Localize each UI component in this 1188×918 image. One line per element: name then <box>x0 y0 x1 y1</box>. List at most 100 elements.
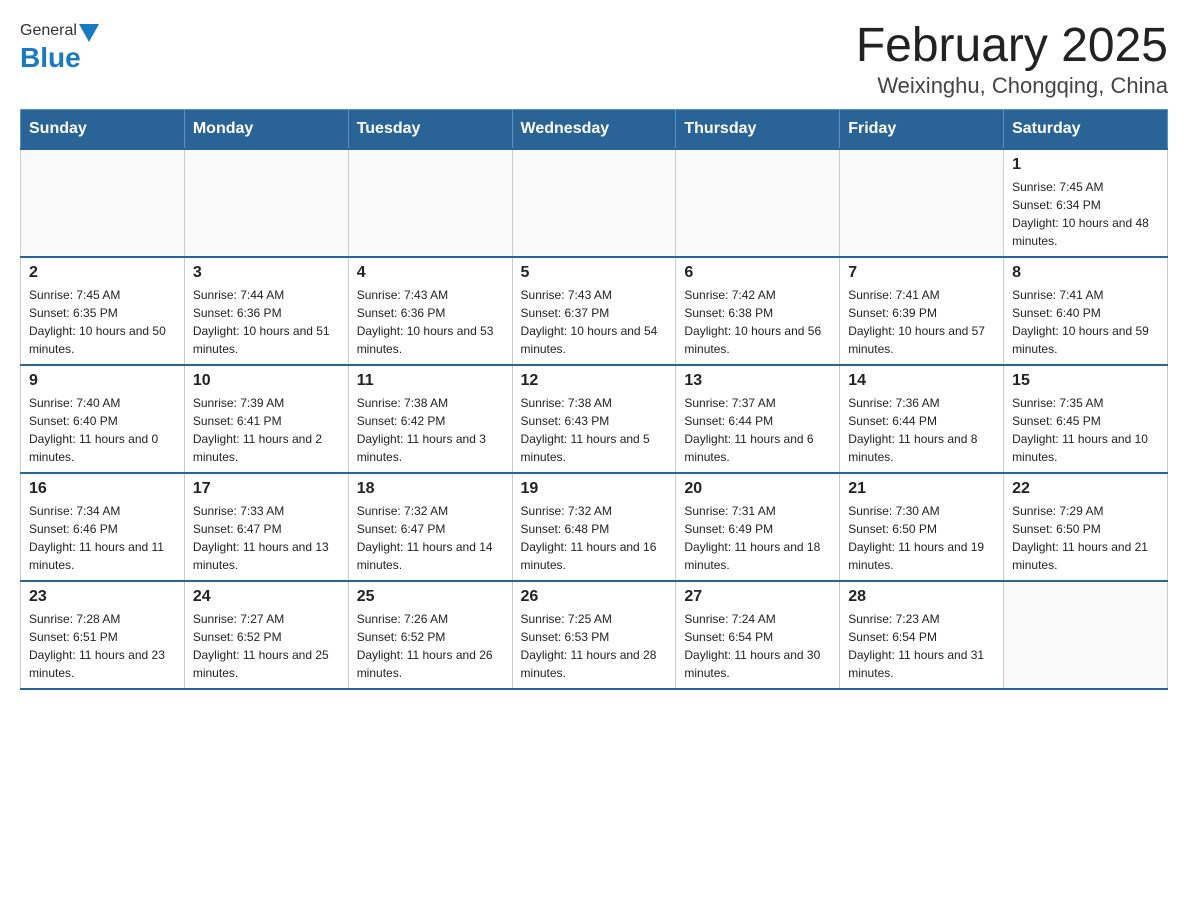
day-info: Sunrise: 7:31 AMSunset: 6:49 PMDaylight:… <box>684 502 831 574</box>
day-number: 15 <box>1012 372 1159 390</box>
day-info: Sunrise: 7:40 AMSunset: 6:40 PMDaylight:… <box>29 394 176 466</box>
day-info: Sunrise: 7:29 AMSunset: 6:50 PMDaylight:… <box>1012 502 1159 574</box>
day-number: 27 <box>684 588 831 606</box>
day-number: 12 <box>521 372 668 390</box>
calendar-cell: 16 Sunrise: 7:34 AMSunset: 6:46 PMDayligh… <box>21 473 185 581</box>
day-number: 18 <box>357 480 504 498</box>
calendar-cell: 7Sunrise: 7:41 AMSunset: 6:39 PMDaylight… <box>840 257 1004 365</box>
logo-blue-text: Blue <box>20 42 81 74</box>
calendar-cell <box>676 149 840 257</box>
day-info: Sunrise: 7:41 AMSunset: 6:40 PMDaylight:… <box>1012 286 1159 358</box>
day-number: 28 <box>848 588 995 606</box>
day-info: Sunrise: 7:44 AMSunset: 6:36 PMDaylight:… <box>193 286 340 358</box>
calendar-cell: 1 Sunrise: 7:45 AMSunset: 6:34 PMDaylight… <box>1004 149 1168 257</box>
day-number: 17 <box>193 480 340 498</box>
calendar-cell: 18Sunrise: 7:32 AMSunset: 6:47 PMDayligh… <box>348 473 512 581</box>
day-info: Sunrise: 7:35 AMSunset: 6:45 PMDaylight:… <box>1012 394 1159 466</box>
calendar-cell: 6 Sunrise: 7:42 AMSunset: 6:38 PMDaylight… <box>676 257 840 365</box>
day-number: 23 <box>29 588 176 606</box>
logo: General Blue <box>20 20 99 74</box>
day-number: 22 <box>1012 480 1159 498</box>
day-info: Sunrise: 7:36 AMSunset: 6:44 PMDaylight:… <box>848 394 995 466</box>
day-header-tuesday: Tuesday <box>348 109 512 149</box>
calendar-cell: 2Sunrise: 7:45 AMSunset: 6:35 PMDaylight… <box>21 257 185 365</box>
calendar-subtitle: Weixinghu, Chongqing, China <box>856 73 1168 99</box>
calendar-cell <box>21 149 185 257</box>
page-header: General Blue February 2025 Weixinghu, Ch… <box>20 20 1168 99</box>
calendar-cell: 4 Sunrise: 7:43 AMSunset: 6:36 PMDaylight… <box>348 257 512 365</box>
title-section: February 2025 Weixinghu, Chongqing, Chin… <box>856 20 1168 99</box>
day-info: Sunrise: 7:30 AMSunset: 6:50 PMDaylight:… <box>848 502 995 574</box>
calendar-cell <box>184 149 348 257</box>
day-number: 1 <box>1012 156 1159 174</box>
calendar-cell: 22 Sunrise: 7:29 AMSunset: 6:50 PMDayligh… <box>1004 473 1168 581</box>
calendar-cell <box>840 149 1004 257</box>
day-number: 13 <box>684 372 831 390</box>
calendar-cell: 13Sunrise: 7:37 AMSunset: 6:44 PMDayligh… <box>676 365 840 473</box>
day-header-friday: Friday <box>840 109 1004 149</box>
day-info: Sunrise: 7:25 AMSunset: 6:53 PMDaylight:… <box>521 610 668 682</box>
day-number: 14 <box>848 372 995 390</box>
calendar-cell: 28 Sunrise: 7:23 AMSunset: 6:54 PMDayligh… <box>840 581 1004 689</box>
calendar-cell: 19 Sunrise: 7:32 AMSunset: 6:48 PMDayligh… <box>512 473 676 581</box>
day-number: 8 <box>1012 264 1159 282</box>
day-info: Sunrise: 7:38 AMSunset: 6:43 PMDaylight:… <box>521 394 668 466</box>
day-info: Sunrise: 7:26 AMSunset: 6:52 PMDaylight:… <box>357 610 504 682</box>
calendar-week-5: 23 Sunrise: 7:28 AMSunset: 6:51 PMDayligh… <box>21 581 1168 689</box>
calendar-week-4: 16 Sunrise: 7:34 AMSunset: 6:46 PMDayligh… <box>21 473 1168 581</box>
day-number: 10 <box>193 372 340 390</box>
day-number: 24 <box>193 588 340 606</box>
day-info: Sunrise: 7:33 AMSunset: 6:47 PMDaylight:… <box>193 502 340 574</box>
day-number: 9 <box>29 372 176 390</box>
calendar-cell: 8 Sunrise: 7:41 AMSunset: 6:40 PMDaylight… <box>1004 257 1168 365</box>
calendar-title: February 2025 <box>856 20 1168 73</box>
day-number: 16 <box>29 480 176 498</box>
calendar-cell <box>512 149 676 257</box>
calendar-cell: 26 Sunrise: 7:25 AMSunset: 6:53 PMDayligh… <box>512 581 676 689</box>
calendar-cell: 5Sunrise: 7:43 AMSunset: 6:37 PMDaylight… <box>512 257 676 365</box>
calendar-cell <box>1004 581 1168 689</box>
calendar-cell: 23 Sunrise: 7:28 AMSunset: 6:51 PMDayligh… <box>21 581 185 689</box>
day-info: Sunrise: 7:41 AMSunset: 6:39 PMDaylight:… <box>848 286 995 358</box>
day-number: 26 <box>521 588 668 606</box>
calendar-header-row: SundayMondayTuesdayWednesdayThursdayFrid… <box>21 109 1168 149</box>
day-number: 6 <box>684 264 831 282</box>
day-header-thursday: Thursday <box>676 109 840 149</box>
calendar-table: SundayMondayTuesdayWednesdayThursdayFrid… <box>20 109 1168 690</box>
calendar-cell: 10 Sunrise: 7:39 AMSunset: 6:41 PMDayligh… <box>184 365 348 473</box>
calendar-week-2: 2Sunrise: 7:45 AMSunset: 6:35 PMDaylight… <box>21 257 1168 365</box>
calendar-cell: 17 Sunrise: 7:33 AMSunset: 6:47 PMDayligh… <box>184 473 348 581</box>
calendar-cell: 9 Sunrise: 7:40 AMSunset: 6:40 PMDaylight… <box>21 365 185 473</box>
calendar-cell: 21 Sunrise: 7:30 AMSunset: 6:50 PMDayligh… <box>840 473 1004 581</box>
day-number: 19 <box>521 480 668 498</box>
day-info: Sunrise: 7:28 AMSunset: 6:51 PMDaylight:… <box>29 610 176 682</box>
day-info: Sunrise: 7:32 AMSunset: 6:48 PMDaylight:… <box>521 502 668 574</box>
calendar-cell: 15 Sunrise: 7:35 AMSunset: 6:45 PMDayligh… <box>1004 365 1168 473</box>
day-number: 21 <box>848 480 995 498</box>
calendar-cell: 12 Sunrise: 7:38 AMSunset: 6:43 PMDayligh… <box>512 365 676 473</box>
day-info: Sunrise: 7:24 AMSunset: 6:54 PMDaylight:… <box>684 610 831 682</box>
day-info: Sunrise: 7:45 AMSunset: 6:34 PMDaylight:… <box>1012 178 1159 250</box>
day-info: Sunrise: 7:34 AMSunset: 6:46 PMDaylight:… <box>29 502 176 574</box>
day-header-saturday: Saturday <box>1004 109 1168 149</box>
day-info: Sunrise: 7:42 AMSunset: 6:38 PMDaylight:… <box>684 286 831 358</box>
day-info: Sunrise: 7:38 AMSunset: 6:42 PMDaylight:… <box>357 394 504 466</box>
logo-general-text: General <box>20 22 77 40</box>
day-info: Sunrise: 7:23 AMSunset: 6:54 PMDaylight:… <box>848 610 995 682</box>
day-header-sunday: Sunday <box>21 109 185 149</box>
day-number: 11 <box>357 372 504 390</box>
calendar-week-3: 9 Sunrise: 7:40 AMSunset: 6:40 PMDaylight… <box>21 365 1168 473</box>
calendar-cell: 14 Sunrise: 7:36 AMSunset: 6:44 PMDayligh… <box>840 365 1004 473</box>
day-number: 25 <box>357 588 504 606</box>
day-info: Sunrise: 7:43 AMSunset: 6:36 PMDaylight:… <box>357 286 504 358</box>
day-info: Sunrise: 7:27 AMSunset: 6:52 PMDaylight:… <box>193 610 340 682</box>
calendar-cell: 27 Sunrise: 7:24 AMSunset: 6:54 PMDayligh… <box>676 581 840 689</box>
day-header-wednesday: Wednesday <box>512 109 676 149</box>
day-number: 5 <box>521 264 668 282</box>
calendar-cell: 3Sunrise: 7:44 AMSunset: 6:36 PMDaylight… <box>184 257 348 365</box>
day-number: 2 <box>29 264 176 282</box>
calendar-week-1: 1 Sunrise: 7:45 AMSunset: 6:34 PMDaylight… <box>21 149 1168 257</box>
calendar-cell <box>348 149 512 257</box>
day-info: Sunrise: 7:39 AMSunset: 6:41 PMDaylight:… <box>193 394 340 466</box>
day-number: 4 <box>357 264 504 282</box>
